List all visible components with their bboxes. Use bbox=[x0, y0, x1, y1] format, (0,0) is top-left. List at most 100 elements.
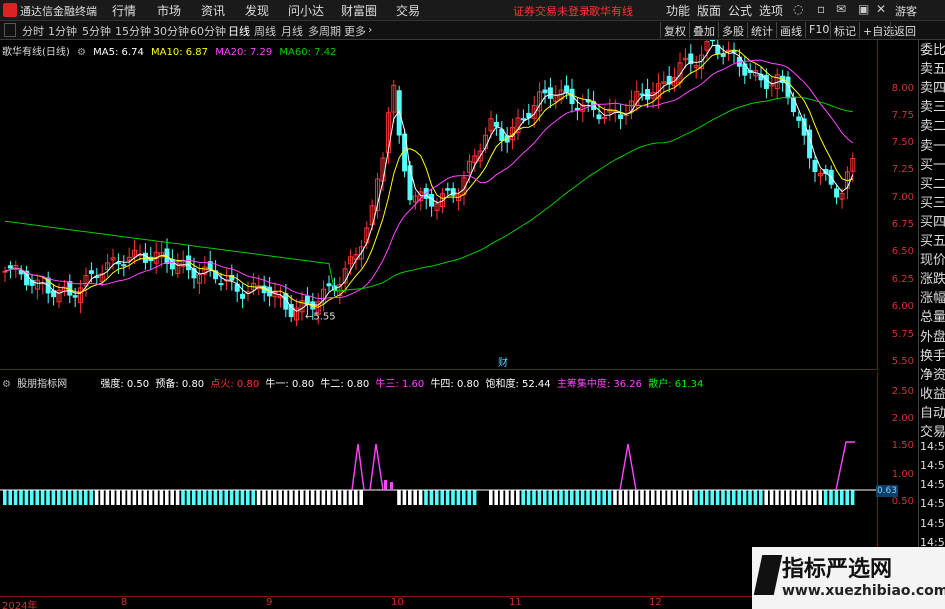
indicator-bar bbox=[489, 490, 493, 505]
tab-60min[interactable]: 60分钟 bbox=[190, 23, 226, 39]
menu-faxian[interactable]: 发现 bbox=[245, 2, 269, 19]
indicator-bar bbox=[559, 490, 563, 505]
side-panel-item[interactable]: 14:56 bbox=[920, 478, 945, 491]
mail-icon[interactable]: ✉ bbox=[836, 2, 846, 16]
side-panel-item[interactable]: 卖五 bbox=[920, 58, 945, 77]
side-panel-item[interactable]: 收益 bbox=[920, 383, 945, 402]
menu-zixun[interactable]: 资讯 bbox=[201, 2, 225, 19]
side-panel-item[interactable]: 现价 bbox=[920, 249, 945, 268]
tab-5min[interactable]: 5分钟 bbox=[82, 23, 111, 39]
headset-icon[interactable]: ◌ bbox=[793, 2, 803, 16]
indicator-bar bbox=[769, 490, 774, 505]
finance-marker[interactable]: 财 bbox=[498, 356, 508, 369]
side-panel-item[interactable]: 涨跌 bbox=[920, 268, 945, 287]
collapse-arrow-icon[interactable] bbox=[4, 23, 16, 37]
tongji-button[interactable]: 统计 bbox=[747, 22, 776, 38]
side-panel-item[interactable]: 买四 bbox=[920, 211, 945, 230]
side-panel-item[interactable]: 买三 bbox=[920, 192, 945, 211]
indicator-bar bbox=[402, 490, 407, 505]
indicator-bar bbox=[645, 490, 650, 505]
fuquan-button[interactable]: 复权 bbox=[660, 22, 689, 38]
menu-hangqing[interactable]: 行情 bbox=[112, 2, 136, 19]
tab-fenshi[interactable]: 分时 bbox=[22, 23, 44, 39]
menu-shichang[interactable]: 市场 bbox=[157, 2, 181, 19]
indicator-bar bbox=[532, 490, 536, 505]
menu-xuanxiang[interactable]: 选项 bbox=[759, 2, 783, 19]
menu-banmian[interactable]: 版面 bbox=[697, 2, 721, 19]
indicator-niu1: 牛一: 0.80 bbox=[265, 379, 315, 390]
indicator-panel[interactable] bbox=[0, 372, 878, 596]
indicator-settings-gear-icon[interactable]: ⚙ bbox=[2, 379, 11, 390]
restore-icon[interactable]: ▣ bbox=[858, 2, 869, 16]
indicator-chart[interactable] bbox=[0, 372, 878, 596]
duogu-button[interactable]: 多股 bbox=[718, 22, 747, 38]
tab-monthly[interactable]: 月线 bbox=[281, 23, 303, 39]
menu-wenxiaoda[interactable]: 问小达 bbox=[288, 2, 324, 19]
price-tick: 5.50 bbox=[891, 356, 914, 367]
side-panel-item[interactable]: 委比 bbox=[920, 39, 945, 58]
settings-gear-icon[interactable]: ⚙ bbox=[77, 47, 86, 58]
back-button[interactable]: 返回 bbox=[890, 22, 919, 38]
huaxian-button[interactable]: 画线 bbox=[776, 22, 805, 38]
indicator-bar bbox=[467, 490, 471, 505]
indicator-bar bbox=[850, 490, 855, 505]
side-panel-item[interactable]: 换手 bbox=[920, 345, 945, 364]
indicator-qiangdu: 强度: 0.50 bbox=[100, 379, 150, 390]
side-panel-item[interactable]: 买一 bbox=[920, 154, 945, 173]
window-icon[interactable]: ▫ bbox=[817, 2, 825, 16]
tab-daily[interactable]: 日线 bbox=[228, 23, 250, 39]
f10-button[interactable]: F10 bbox=[805, 22, 832, 38]
candle-down bbox=[618, 114, 624, 119]
tab-more[interactable]: 更多 bbox=[344, 23, 366, 39]
stock-period-title: 歌华有线(日线) bbox=[2, 47, 70, 58]
diejia-button[interactable]: 叠加 bbox=[689, 22, 718, 38]
side-panel-item[interactable]: 买五 bbox=[920, 230, 945, 249]
side-panel-item[interactable]: 自动 bbox=[920, 402, 945, 421]
menu-gongneng[interactable]: 功能 bbox=[666, 2, 690, 19]
trade-login-warning[interactable]: 证券交易未登录 bbox=[513, 3, 590, 19]
side-panel-item[interactable]: 14:56 bbox=[920, 440, 945, 453]
kline-chart[interactable]: 8.28←5.55财 bbox=[0, 13, 878, 370]
side-panel-item[interactable]: 14:56 bbox=[920, 517, 945, 530]
indicator-bar bbox=[111, 490, 115, 505]
candle-down bbox=[7, 265, 13, 269]
side-panel-item[interactable]: 卖四 bbox=[920, 77, 945, 96]
indicator-tick: 1.00 bbox=[891, 469, 914, 480]
indicator-bar bbox=[132, 490, 137, 505]
biaoji-button[interactable]: 标记 bbox=[830, 22, 859, 38]
side-panel-item[interactable]: 卖三 bbox=[920, 96, 945, 115]
side-panel-item[interactable]: 14:56 bbox=[920, 459, 945, 472]
indicator-bar bbox=[105, 490, 110, 505]
menu-caifuquan[interactable]: 财富圈 bbox=[341, 2, 377, 19]
menu-jiaoyi[interactable]: 交易 bbox=[396, 2, 420, 19]
chevron-right-icon[interactable]: › bbox=[368, 23, 372, 36]
menu-gongshi[interactable]: 公式 bbox=[728, 2, 752, 19]
guest-label[interactable]: 游客 bbox=[895, 3, 917, 19]
date-tick: 9 bbox=[266, 597, 273, 608]
side-panel-item[interactable]: 涨幅 bbox=[920, 287, 945, 306]
indicator-bar bbox=[57, 490, 61, 505]
side-panel-item[interactable]: 买二 bbox=[920, 173, 945, 192]
kline-chart-panel[interactable]: 8.28←5.55财 bbox=[0, 13, 878, 370]
close-icon[interactable]: ✕ bbox=[876, 2, 886, 16]
indicator-name: 股朋指标网 bbox=[17, 379, 68, 390]
tab-multi-period[interactable]: 多周期 bbox=[308, 23, 341, 39]
tab-weekly[interactable]: 周线 bbox=[254, 23, 276, 39]
indicator-value-tag: 0.63 bbox=[876, 485, 898, 497]
side-panel-item[interactable]: 净资 bbox=[920, 364, 945, 383]
indicator-bar bbox=[8, 490, 12, 505]
indicator-zhuchou: 主筹集中度: 36.26 bbox=[556, 379, 643, 390]
indicator-bar bbox=[564, 490, 569, 505]
candle-down bbox=[493, 121, 499, 127]
indicator-bar bbox=[84, 490, 88, 505]
tab-1min[interactable]: 1分钟 bbox=[48, 23, 77, 39]
side-panel-item[interactable]: 外盘 bbox=[920, 326, 945, 345]
side-panel-item[interactable]: 总量 bbox=[920, 306, 945, 325]
side-panel-item[interactable]: 交易 bbox=[920, 421, 945, 440]
tab-15min[interactable]: 15分钟 bbox=[115, 23, 151, 39]
side-panel-item[interactable]: 卖二 bbox=[920, 115, 945, 134]
side-panel-item[interactable]: 卖一 bbox=[920, 135, 945, 154]
side-panel-item[interactable]: 14:56 bbox=[920, 497, 945, 510]
indicator-bar bbox=[235, 490, 239, 505]
tab-30min[interactable]: 30分钟 bbox=[153, 23, 189, 39]
